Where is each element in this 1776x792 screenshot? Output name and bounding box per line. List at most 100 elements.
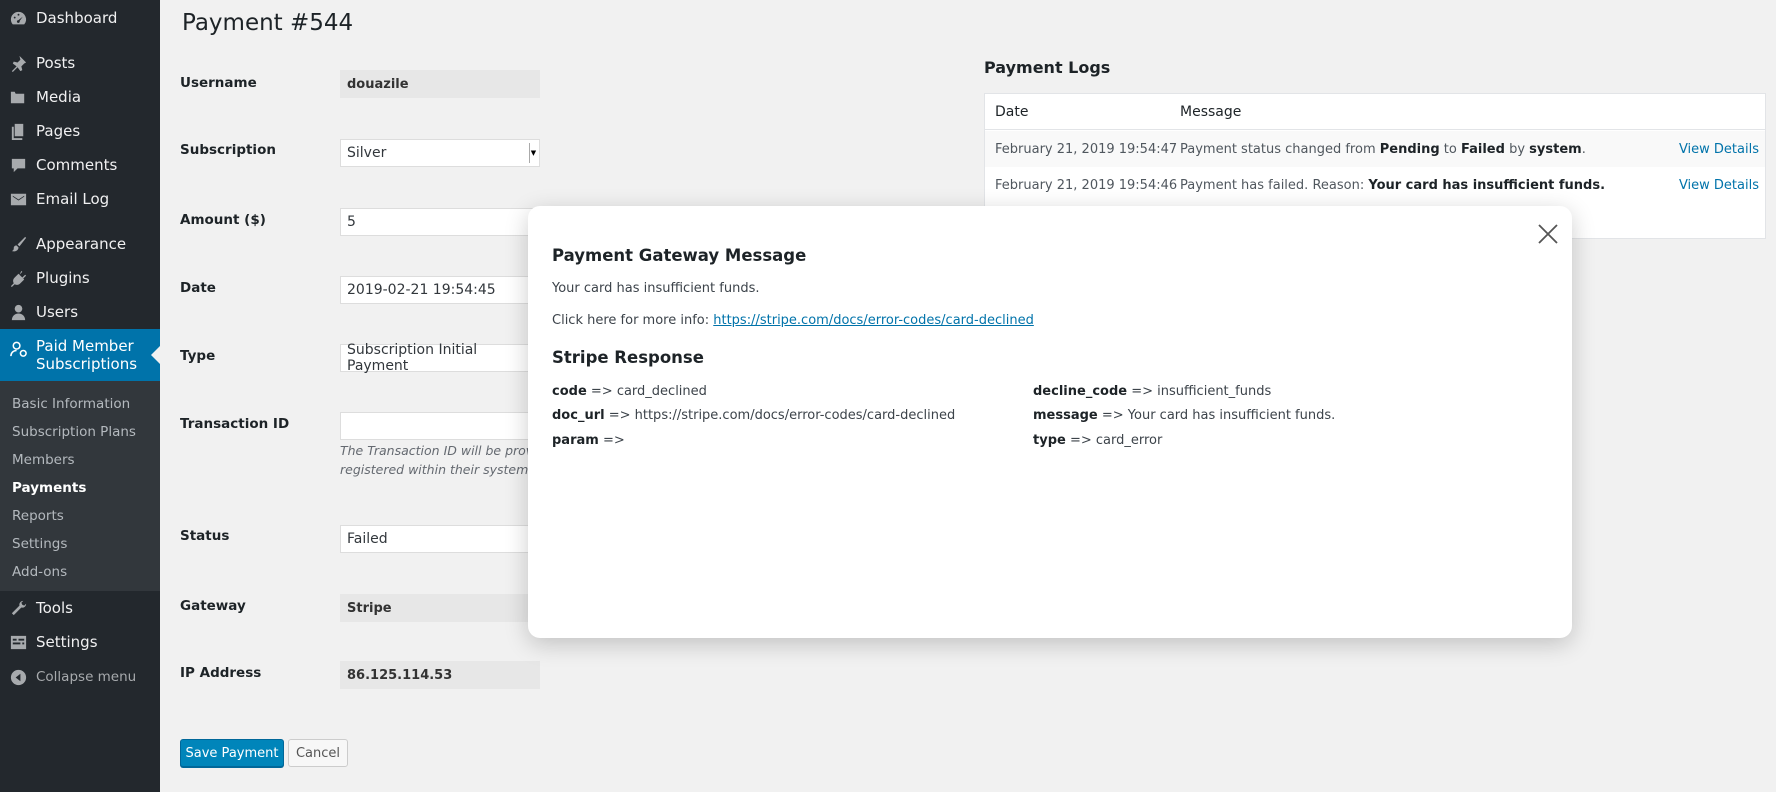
submenu: Basic Information Subscription Plans Mem… [0, 381, 160, 591]
sidebar-item-pages[interactable]: Pages [0, 114, 160, 148]
subscription-select[interactable]: Silver ▼ [340, 139, 540, 167]
modal-title: Payment Gateway Message [552, 246, 807, 265]
date-input[interactable]: 2019-02-21 19:54:45 [340, 276, 540, 304]
log-message: Payment status changed from Pending to F… [1180, 141, 1586, 157]
type-select[interactable]: Subscription Initial Payment [340, 342, 540, 374]
email-icon [0, 190, 36, 209]
more-info-link[interactable]: https://stripe.com/docs/error-codes/card… [713, 313, 1034, 328]
sidebar-item-users[interactable]: Users [0, 295, 160, 329]
column-header-date: Date [995, 103, 1029, 120]
comment-icon [0, 156, 36, 175]
submenu-item-reports[interactable]: Reports [0, 502, 160, 530]
sidebar-item-email-log[interactable]: Email Log [0, 182, 160, 216]
response-code: code => card_declined [552, 384, 707, 399]
submenu-item-add-ons[interactable]: Add-ons [0, 558, 160, 586]
collapse-menu-button[interactable]: Collapse menu [0, 660, 160, 694]
submenu-item-members[interactable]: Members [0, 446, 160, 474]
amount-label: Amount ($) [180, 212, 266, 228]
sidebar-item-posts[interactable]: Posts [0, 46, 160, 80]
sidebar-item-label: Media [36, 88, 82, 106]
plugin-icon [0, 269, 36, 288]
sidebar-item-label: Posts [36, 54, 76, 72]
sidebar-item-label: Pages [36, 122, 81, 140]
subscription-selected-value: Silver [347, 145, 387, 161]
status-selected-value: Failed [347, 531, 388, 547]
settings-icon [0, 633, 36, 652]
submenu-item-subscription-plans[interactable]: Subscription Plans [0, 418, 160, 446]
sidebar-item-label: Comments [36, 156, 118, 174]
sidebar-item-comments[interactable]: Comments [0, 148, 160, 182]
column-header-message: Message [1180, 103, 1242, 120]
sidebar-item-tools[interactable]: Tools [0, 591, 160, 625]
amount-input[interactable]: 5 [340, 208, 540, 236]
gateway-label: Gateway [180, 598, 246, 614]
sidebar-item-settings[interactable]: Settings [0, 625, 160, 659]
table-row: February 21, 2019 19:54:47 Payment statu… [985, 131, 1765, 167]
submenu-item-settings[interactable]: Settings [0, 530, 160, 558]
payment-gateway-message-modal: Payment Gateway Message Your card has in… [528, 206, 1572, 638]
transaction-id-label: Transaction ID [180, 416, 290, 432]
dashboard-icon [0, 9, 36, 28]
collapse-icon [0, 668, 36, 687]
sidebar-item-paid-member-subscriptions[interactable]: Paid Member Subscriptions [0, 329, 160, 381]
sidebar-item-label: Appearance [36, 235, 127, 253]
transaction-id-description: The Transaction ID will be provic regist… [340, 443, 544, 477]
sidebar-item-media[interactable]: Media [0, 80, 160, 114]
username-field: douazile [340, 70, 540, 98]
response-doc-url: doc_url => https://stripe.com/docs/error… [552, 408, 956, 423]
modal-message: Your card has insufficient funds. [552, 281, 760, 296]
table-row: February 21, 2019 19:54:46 Payment has f… [985, 167, 1765, 203]
response-type: type => card_error [1033, 433, 1163, 448]
gateway-field: Stripe [340, 594, 540, 622]
media-icon [0, 88, 36, 107]
sidebar-item-plugins[interactable]: Plugins [0, 261, 160, 295]
page-title: Payment #544 [182, 10, 354, 36]
sidebar-item-label: Settings [36, 633, 98, 651]
more-info-text: Click here for more info: https://stripe… [552, 313, 1034, 328]
payment-logs-title: Payment Logs [984, 58, 1111, 77]
close-icon[interactable] [1536, 222, 1560, 246]
user-icon [0, 303, 36, 322]
sidebar-item-label: Users [36, 303, 79, 321]
sidebar-item-label: Paid Member [36, 337, 134, 355]
submenu-item-basic-information[interactable]: Basic Information [0, 390, 160, 418]
response-param: param => [552, 433, 625, 448]
chevron-down-icon: ▼ [529, 143, 537, 163]
response-message: message => Your card has insufficient fu… [1033, 408, 1336, 423]
status-label: Status [180, 528, 230, 544]
admin-sidebar: Dashboard Posts Media Pages Comments Ema… [0, 0, 160, 792]
sidebar-item-label: Tools [36, 599, 73, 617]
view-details-link[interactable]: View Details [1679, 142, 1759, 157]
sidebar-item-label: Plugins [36, 269, 90, 287]
response-decline-code: decline_code => insufficient_funds [1033, 384, 1272, 399]
members-icon [0, 337, 36, 359]
sidebar-item-label: Dashboard [36, 9, 118, 27]
table-header: Date Message [985, 94, 1765, 130]
cancel-button[interactable]: Cancel [288, 739, 348, 767]
sidebar-item-appearance[interactable]: Appearance [0, 227, 160, 261]
view-details-link[interactable]: View Details [1679, 178, 1759, 193]
sidebar-item-label: Email Log [36, 190, 110, 208]
pages-icon [0, 122, 36, 141]
wrench-icon [0, 599, 36, 618]
transaction-id-input[interactable] [340, 412, 540, 440]
save-payment-button[interactable]: Save Payment [180, 739, 284, 767]
log-date: February 21, 2019 19:54:46 [995, 177, 1178, 193]
username-label: Username [180, 75, 257, 91]
log-message: Payment has failed. Reason: Your card ha… [1180, 177, 1606, 193]
log-date: February 21, 2019 19:54:47 [995, 141, 1178, 157]
ip-address-field: 86.125.114.53 [340, 661, 540, 689]
collapse-menu-label: Collapse menu [36, 669, 137, 685]
current-menu-arrow [151, 346, 160, 364]
pin-icon [0, 54, 36, 73]
subscription-label: Subscription [180, 142, 276, 158]
ip-address-label: IP Address [180, 665, 262, 681]
stripe-response-title: Stripe Response [552, 348, 704, 367]
submenu-item-payments[interactable]: Payments [0, 474, 160, 502]
type-selected-value: Subscription Initial Payment [347, 342, 478, 374]
status-select[interactable]: Failed [340, 525, 540, 553]
sidebar-item-dashboard[interactable]: Dashboard [0, 1, 160, 35]
brush-icon [0, 235, 36, 254]
date-label: Date [180, 280, 216, 296]
sidebar-item-label: Subscriptions [36, 355, 138, 373]
